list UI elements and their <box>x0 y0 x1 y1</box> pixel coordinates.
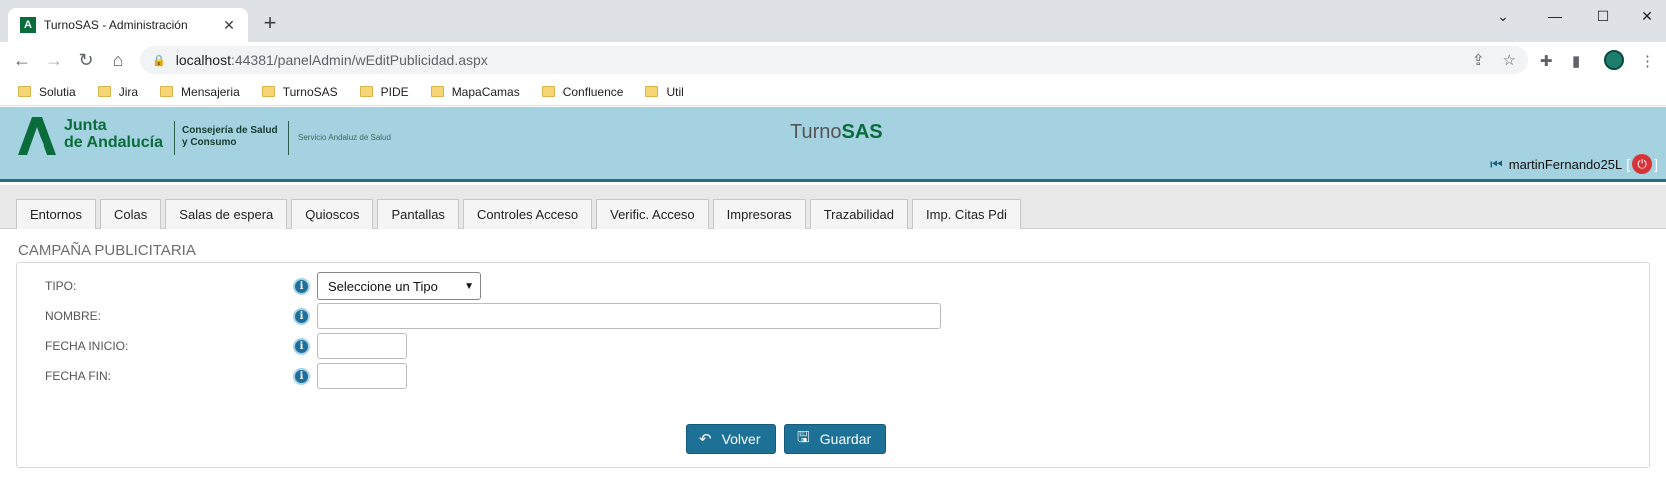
browser-toolbar: ← → ↻ ⌂ 🔒 localhost:44381/panelAdmin/wEd… <box>0 42 1666 78</box>
fecha-inicio-label: FECHA INICIO: <box>45 339 129 353</box>
url-path: :44381/panelAdmin/wEditPublicidad.aspx <box>230 52 488 68</box>
minimize-icon[interactable]: — <box>1540 8 1570 24</box>
url-host: localhost <box>175 52 231 68</box>
fecha-fin-label: FECHA FIN: <box>45 369 112 383</box>
bookmark-jira[interactable]: Jira <box>97 85 138 99</box>
back-arrow-icon[interactable]: ← <box>10 48 34 72</box>
user-name: martinFernando25L <box>1508 156 1623 172</box>
bookmark-confluence[interactable]: Confluence <box>541 85 623 99</box>
bracket-open: [ <box>1626 156 1631 172</box>
logo-text: Junta de Andalucía <box>64 117 163 151</box>
tab-salas-de-espera[interactable]: Salas de espera <box>165 199 288 229</box>
bookmark-util[interactable]: Util <box>645 85 684 99</box>
chevron-down-icon: ▼ <box>464 280 474 292</box>
bookmark-mensajeria[interactable]: Mensajeria <box>160 85 240 99</box>
new-tab-icon[interactable]: + <box>258 12 282 36</box>
tab-colas[interactable]: Colas <box>100 199 162 229</box>
app-header: Junta de Andalucía Consejería de Salud y… <box>0 107 1666 182</box>
folder-icon <box>160 86 174 97</box>
nombre-input[interactable] <box>317 303 941 329</box>
folder-icon <box>541 86 555 97</box>
tab-trazabilidad[interactable]: Trazabilidad <box>809 199 909 229</box>
address-bar[interactable]: 🔒 localhost:44381/panelAdmin/wEditPublic… <box>140 46 1528 74</box>
side-panel-icon[interactable]: ▮ <box>1572 52 1580 70</box>
folder-icon <box>97 86 111 97</box>
save-icon: 🖫 <box>797 428 810 446</box>
nav-tabs: Entornos Colas Salas de espera Quioscos … <box>0 185 1666 229</box>
fecha-inicio-input[interactable] <box>317 333 407 359</box>
tab-quioscos[interactable]: Quioscos <box>291 199 374 229</box>
profile-icon[interactable] <box>1604 50 1624 70</box>
undo-arrow-icon: ↶ <box>699 431 712 448</box>
brand-title: TurnoSAS <box>790 121 883 143</box>
folder-icon <box>645 86 659 97</box>
power-icon[interactable]: ⏻ <box>1632 154 1653 174</box>
bracket-close: ] <box>1654 156 1658 172</box>
divider <box>174 121 175 155</box>
volver-button[interactable]: ↶ Volver <box>686 424 776 454</box>
tipo-label: TIPO: <box>45 279 77 293</box>
sas-text: Servicio Andaluz de Salud <box>298 133 391 142</box>
skip-back-icon[interactable]: ⏮ <box>1490 156 1503 173</box>
fecha-fin-input[interactable] <box>317 363 407 389</box>
tab-impresoras[interactable]: Impresoras <box>712 199 806 229</box>
tab-pantallas[interactable]: Pantallas <box>377 199 459 229</box>
info-icon[interactable]: i <box>293 337 310 355</box>
maximize-icon[interactable]: ☐ <box>1588 8 1618 25</box>
folder-icon <box>261 86 275 97</box>
guardar-button[interactable]: 🖫 Guardar <box>784 424 887 454</box>
bookmark-pide[interactable]: PIDE <box>359 85 409 99</box>
section-title: CAMPAÑA PUBLICITARIA <box>18 242 196 259</box>
folder-icon <box>359 86 373 97</box>
bookmarks-bar: Solutia Jira Mensajeria TurnoSAS PIDE Ma… <box>0 78 1666 106</box>
browser-tabstrip: A TurnoSAS - Administración ✕ + ⌄ — ☐ ✕ <box>0 0 1666 42</box>
reload-icon[interactable]: ↻ <box>74 48 98 72</box>
bookmark-solutia[interactable]: Solutia <box>18 85 76 99</box>
user-bar: ⏮ martinFernando25L [ ⏻ ] <box>1490 154 1658 174</box>
tab-imp-citas-pdi[interactable]: Imp. Citas Pdi <box>912 199 1021 229</box>
favicon-icon: A <box>20 17 36 33</box>
consejeria-text: Consejería de Salud y Consumo <box>182 125 278 148</box>
info-icon[interactable]: i <box>293 277 310 295</box>
browser-tab[interactable]: A TurnoSAS - Administración ✕ <box>8 8 248 42</box>
divider <box>288 121 289 155</box>
home-icon[interactable]: ⌂ <box>106 48 130 72</box>
info-icon[interactable]: i <box>293 367 310 385</box>
nombre-label: NOMBRE: <box>45 309 102 323</box>
forward-arrow-icon[interactable]: → <box>42 48 66 72</box>
chevron-down-icon[interactable]: ⌄ <box>1488 8 1518 25</box>
share-icon[interactable]: ⇪ <box>1472 51 1485 69</box>
folder-icon <box>18 86 31 97</box>
folder-icon <box>430 86 444 97</box>
tab-entornos[interactable]: Entornos <box>16 199 97 229</box>
window-close-icon[interactable]: ✕ <box>1632 8 1662 25</box>
info-icon[interactable]: i <box>293 307 310 325</box>
tab-title: TurnoSAS - Administración <box>44 18 188 32</box>
tab-controles-acceso[interactable]: Controles Acceso <box>462 199 593 229</box>
close-icon[interactable]: ✕ <box>220 17 238 34</box>
junta-logo-icon <box>18 117 56 155</box>
bookmark-mapacamas[interactable]: MapaCamas <box>430 85 520 99</box>
tab-verific-acceso[interactable]: Verific. Acceso <box>596 199 709 229</box>
tipo-select[interactable]: Seleccione un Tipo ▼ <box>317 272 481 300</box>
menu-icon[interactable]: ⋮ <box>1640 52 1655 70</box>
bookmark-turnosas[interactable]: TurnoSAS <box>261 85 338 99</box>
lock-icon[interactable]: 🔒 <box>152 54 166 67</box>
star-icon[interactable]: ☆ <box>1503 51 1516 69</box>
extensions-icon[interactable]: ✚ <box>1540 52 1553 70</box>
